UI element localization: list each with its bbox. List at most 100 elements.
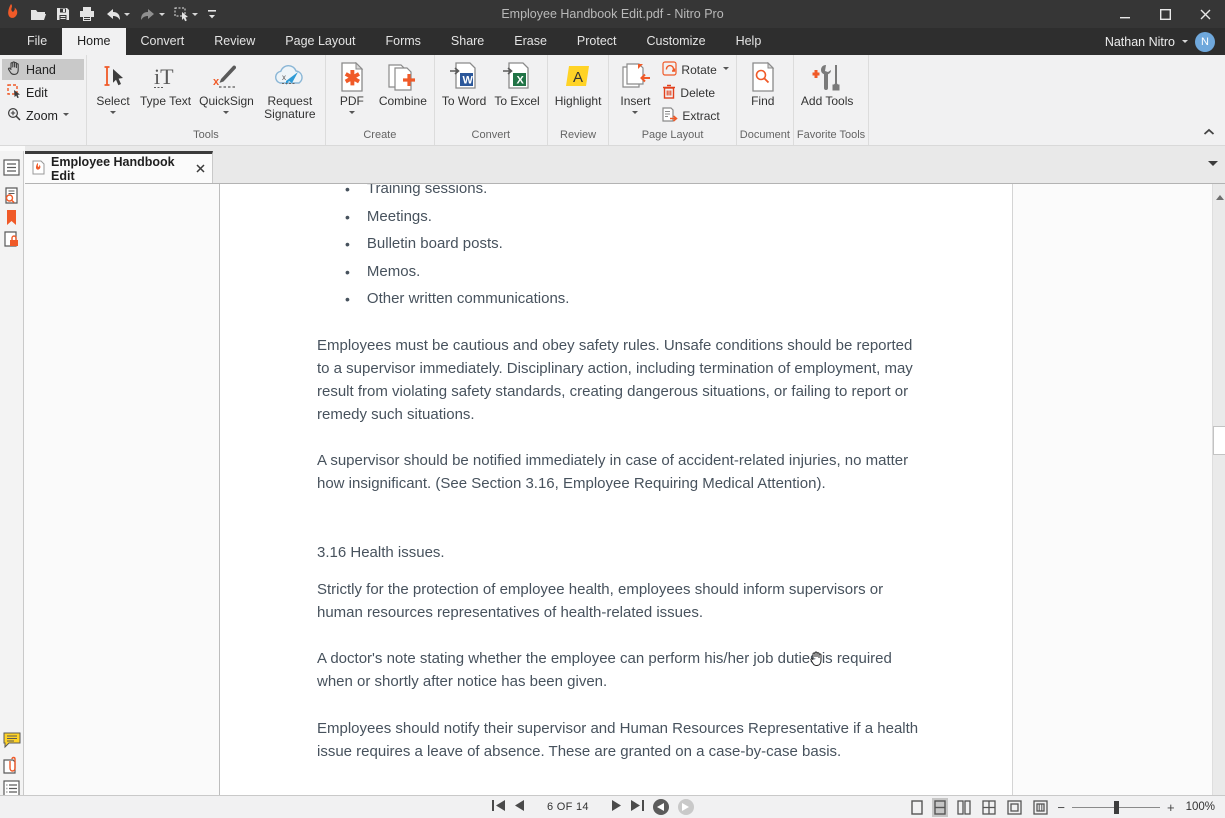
customize-toolbar-button[interactable] [207,8,217,20]
menu-file[interactable]: File [12,28,62,55]
menu-convert[interactable]: Convert [126,28,200,55]
redo-button[interactable] [139,8,165,21]
pdf-button[interactable]: ✱ PDF [329,56,375,128]
pdf-dropdown-caret[interactable] [349,111,355,117]
to-excel-button[interactable]: X To Excel [490,56,543,128]
delete-button[interactable]: Delete [662,83,728,103]
facing-view-button[interactable] [955,798,973,817]
svg-text:✱: ✱ [344,68,361,90]
select-dropdown-caret[interactable] [110,111,116,117]
zoom-slider[interactable] [1072,807,1160,808]
search-panel-icon[interactable] [3,187,20,209]
zoom-tool-button[interactable]: Zoom [2,105,84,126]
menu-page-layout[interactable]: Page Layout [270,28,370,55]
tab-list-dropdown-icon[interactable] [1208,161,1218,171]
rotate-dropdown-caret[interactable] [723,67,729,73]
ribbon-group-tools: Select iT Type Text x QuickSign x Reques… [87,55,326,145]
continuous-view-button[interactable] [932,798,948,817]
user-account-menu[interactable]: Nathan Nitro N [1105,32,1225,52]
previous-view-button[interactable] [653,799,669,815]
last-page-button[interactable] [631,798,644,816]
find-button[interactable]: Find [740,56,786,128]
open-file-button[interactable] [30,8,47,21]
insert-button[interactable]: Insert [612,56,658,128]
pages-panel-icon[interactable] [3,159,20,181]
ribbon-group-create: ✱ PDF Combine Create [326,55,435,145]
page-number-field[interactable]: 6 OF 14 [547,801,589,813]
facing-continuous-view-button[interactable] [980,798,998,817]
edit-icon [7,84,21,101]
rotate-button[interactable]: Rotate [662,60,728,80]
maximize-button[interactable] [1145,0,1185,28]
security-panel-icon[interactable] [3,231,20,253]
undo-button[interactable] [104,8,130,21]
menu-protect[interactable]: Protect [562,28,632,55]
zoom-dropdown-caret[interactable] [63,113,69,119]
print-button[interactable] [79,7,95,21]
redo-dropdown-caret[interactable] [159,13,165,19]
to-word-button[interactable]: W To Word [438,56,490,128]
quicksign-button[interactable]: x QuickSign [195,56,258,128]
comments-panel-icon[interactable] [3,732,22,754]
combine-icon [387,59,419,95]
document-tab-title: Employee Handbook Edit [51,155,190,183]
document-tab[interactable]: Employee Handbook Edit [25,151,213,183]
nitro-logo-icon [5,3,21,26]
type-text-button[interactable]: iT Type Text [136,56,195,128]
extract-icon [662,107,678,125]
quicksign-dropdown-caret[interactable] [223,111,229,117]
collapse-ribbon-button[interactable] [1203,123,1215,141]
menu-erase[interactable]: Erase [499,28,562,55]
save-button[interactable] [56,7,70,21]
zoom-out-button[interactable]: − [1057,800,1065,815]
menu-home[interactable]: Home [62,28,125,55]
next-view-button[interactable] [678,799,694,815]
menu-review[interactable]: Review [199,28,270,55]
next-page-button[interactable] [612,798,622,816]
extract-button[interactable]: Extract [662,106,728,126]
combine-button[interactable]: Combine [375,56,431,128]
add-tools-button[interactable]: Add Tools [797,56,857,128]
tab-close-icon[interactable] [196,164,205,173]
hand-tool-button[interactable]: Hand [2,59,84,80]
select-icon [99,59,127,95]
menu-forms[interactable]: Forms [370,28,435,55]
menu-help[interactable]: Help [721,28,777,55]
scroll-up-icon[interactable] [1216,188,1224,206]
fit-width-view-button[interactable] [1031,798,1050,817]
select-button[interactable]: Select [90,56,136,128]
zoom-slider-handle[interactable] [1114,801,1119,814]
highlight-label: Highlight [555,95,602,108]
edit-tool-button[interactable]: Edit [2,82,84,103]
minimize-button[interactable] [1105,0,1145,28]
menu-customize[interactable]: Customize [632,28,721,55]
request-signature-button[interactable]: x Request Signature [258,56,322,128]
list-item: Other written communications. [345,290,569,318]
single-page-view-button[interactable] [909,798,925,817]
insert-dropdown-caret[interactable] [632,111,638,117]
quicksign-label: QuickSign [199,95,254,108]
highlight-button[interactable]: A Highlight [551,56,606,128]
close-button[interactable] [1185,0,1225,28]
zoom-icon [7,107,21,124]
pdf-page[interactable]: Training sessions. Meetings. Bulletin bo… [220,184,1013,795]
menu-share[interactable]: Share [436,28,499,55]
fit-page-view-button[interactable] [1005,798,1024,817]
user-dropdown-caret [1182,40,1188,46]
select-tool-button[interactable] [174,7,198,22]
view-and-zoom-controls: − + 100% [909,796,1215,818]
zoom-in-button[interactable]: + [1167,800,1175,815]
bookmarks-panel-icon[interactable] [3,209,20,231]
menu-bar: File Home Convert Review Page Layout For… [0,28,1225,55]
select-tool-dropdown-caret[interactable] [192,13,198,19]
list-item: Training sessions. [345,184,569,208]
vertical-scrollbar[interactable] [1212,184,1225,795]
scrollbar-thumb[interactable] [1213,426,1225,455]
avatar[interactable]: N [1195,32,1215,52]
previous-page-button[interactable] [514,798,524,816]
first-page-button[interactable] [492,798,505,816]
document-viewport[interactable]: Training sessions. Meetings. Bulletin bo… [220,184,1212,795]
group-label-review: Review [551,128,606,145]
attachments-panel-icon[interactable] [3,756,21,779]
undo-dropdown-caret[interactable] [124,13,130,19]
